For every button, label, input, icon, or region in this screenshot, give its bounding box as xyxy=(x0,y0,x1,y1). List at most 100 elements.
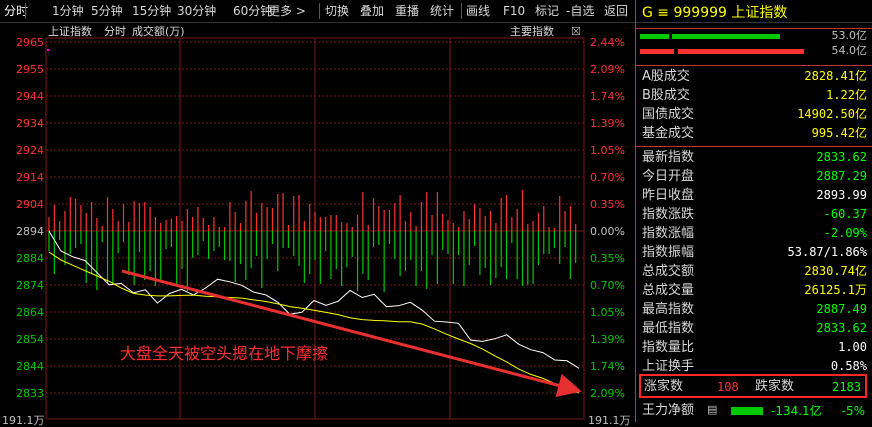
toolbar-item-8[interactable]: 叠加 xyxy=(360,3,384,19)
price-tick: 2934 xyxy=(16,117,44,130)
percent-tick: 1.39% xyxy=(590,117,625,130)
panel-divider xyxy=(636,65,872,66)
percent-tick: 2.09% xyxy=(590,63,625,76)
price-tick: 2924 xyxy=(16,144,44,157)
stat-label: 指数涨跌 xyxy=(642,207,695,222)
stat-value: 2887.49 xyxy=(816,302,867,316)
main-indicator-button[interactable]: 主要指数 xyxy=(510,25,554,38)
stat-value: 995.42亿 xyxy=(811,126,867,140)
percent-tick: 1.05% xyxy=(590,144,625,157)
stat-row: 昨日收盘 2893.99 xyxy=(640,186,869,205)
percent-tick: 2.09% xyxy=(590,387,625,400)
percent-tick: 0.00% xyxy=(590,225,625,238)
mainforce-pct: -5% xyxy=(841,404,865,418)
index-info-panel: G ≡ 999999 上证指数 53.0亿 54.0亿 A股成交 2828.41亿 B… xyxy=(635,0,872,422)
stat-value: 2828.41亿 xyxy=(804,69,867,83)
chart-volume-label: 成交额(万) xyxy=(132,25,185,38)
mainforce-value: -134.1亿 xyxy=(771,404,822,418)
stat-label: 最低指数 xyxy=(642,321,695,336)
turnover-bar-fill xyxy=(640,34,670,39)
toolbar-item-15[interactable]: 返回 xyxy=(604,3,628,19)
stat-row: 最高指数 2887.49 xyxy=(640,300,869,319)
price-tick: 2874 xyxy=(16,279,44,292)
toolbar-item-4[interactable]: 30分钟 xyxy=(177,3,216,19)
mainforce-bar xyxy=(731,407,763,415)
panel-name: 上证指数 xyxy=(731,5,788,21)
toolbar-separator xyxy=(319,3,320,19)
volume-scale-right: 191.1万 xyxy=(588,414,631,427)
percent-tick: 0.70% xyxy=(590,171,625,184)
toolbar-item-9[interactable]: 重播 xyxy=(395,3,419,19)
toolbar-item-1[interactable]: 1分钟 xyxy=(52,3,84,19)
stat-row: 总成交量 26125.1万 xyxy=(640,281,869,300)
mainforce-toggle-icon[interactable]: ▤ xyxy=(707,403,717,416)
stat-value: 26125.1万 xyxy=(804,283,867,297)
stat-row: 指数涨幅 -2.09% xyxy=(640,224,869,243)
stat-value: -60.37 xyxy=(823,207,867,221)
turnover-bar-track xyxy=(640,34,820,39)
stat-row: 指数量比 1.00 xyxy=(640,338,869,357)
percent-tick: 2.44% xyxy=(590,36,625,49)
turnover-bar-label: 54.0亿 xyxy=(831,44,868,57)
price-tick: 2833 xyxy=(16,387,44,400)
percent-tick: 1.74% xyxy=(590,360,625,373)
stat-row: 基金成交 995.42亿 xyxy=(640,124,869,143)
stat-label: 最新指数 xyxy=(642,150,695,165)
panel-code: G ≡ 999999 xyxy=(642,5,727,21)
turnover-bar-track xyxy=(640,49,820,54)
percent-tick: 1.74% xyxy=(590,90,625,103)
toolbar-item-11[interactable]: 画线 xyxy=(466,3,490,19)
stat-value: 1.00 xyxy=(838,340,867,354)
stat-row: 指数振幅 53.87/1.86% xyxy=(640,243,869,262)
toolbar-item-14[interactable]: -自选 xyxy=(566,3,594,19)
stat-row: 最低指数 2833.62 xyxy=(640,319,869,338)
toolbar-item-3[interactable]: 15分钟 xyxy=(132,3,171,19)
stat-value: 2893.99 xyxy=(816,188,867,202)
stat-value: 2830.74亿 xyxy=(804,264,867,278)
price-tick: 2884 xyxy=(16,252,44,265)
percent-tick: 1.39% xyxy=(590,333,625,346)
price-tick: 2914 xyxy=(16,171,44,184)
close-chart-icon[interactable]: ☒ xyxy=(571,25,581,38)
up-count-label: 涨家数 xyxy=(644,379,684,394)
stat-label: 最高指数 xyxy=(642,302,695,317)
chart-mode: 分时 xyxy=(104,25,126,38)
turnover-bar-fill xyxy=(672,34,781,39)
turnover-bar-fill xyxy=(640,49,675,54)
toolbar-item-12[interactable]: F10 xyxy=(503,3,525,19)
marker-dot xyxy=(47,49,49,51)
toolbar-separator xyxy=(461,3,462,19)
toolbar-item-5[interactable]: 60分钟 xyxy=(233,3,272,19)
stat-label: 总成交量 xyxy=(642,283,695,298)
mainforce-label: 王力净额 xyxy=(642,403,695,418)
price-tick: 2904 xyxy=(16,198,44,211)
toolbar-item-2[interactable]: 5分钟 xyxy=(91,3,123,19)
price-tick: 2844 xyxy=(16,360,44,373)
stat-label: 指数涨幅 xyxy=(642,226,695,241)
turnover-bar-fill xyxy=(677,49,804,54)
stat-label: 国债成交 xyxy=(642,107,695,122)
stat-label: 指数振幅 xyxy=(642,245,695,260)
stat-value: -2.09% xyxy=(823,226,867,240)
percent-tick: 0.35% xyxy=(590,198,625,211)
stat-label: 总成交额 xyxy=(642,264,695,279)
stat-row: 今日开盘 2887.29 xyxy=(640,167,869,186)
toolbar-item-10[interactable]: 统计 xyxy=(430,3,454,19)
price-tick: 2965 xyxy=(16,36,44,49)
mainforce-row: 王力净额 ▤ -134.1亿 -5% xyxy=(639,401,869,421)
toolbar-item-7[interactable]: 切换 xyxy=(325,3,349,19)
stat-value: 14902.50亿 xyxy=(797,107,867,121)
stat-value: 2833.62 xyxy=(816,321,867,335)
toolbar-item-6[interactable]: 更多 > xyxy=(268,3,306,19)
stat-value: 1.22亿 xyxy=(826,88,867,102)
percent-tick: 1.05% xyxy=(590,306,625,319)
stat-value: 53.87/1.86% xyxy=(787,245,867,259)
toolbar-separator xyxy=(25,3,26,19)
volume-scale-left: 191.1万 xyxy=(2,414,45,427)
price-tick: 2894 xyxy=(16,225,44,238)
stat-label: 指数量比 xyxy=(642,340,695,355)
price-tick: 2955 xyxy=(16,63,44,76)
stat-label: B股成交 xyxy=(642,88,690,103)
intraday-chart[interactable]: 上证指数 分时 成交额(万) 主要指数 ☒ 191.1万 191.1万 大盘全天… xyxy=(0,22,633,427)
toolbar-item-13[interactable]: 标记 xyxy=(535,3,559,19)
